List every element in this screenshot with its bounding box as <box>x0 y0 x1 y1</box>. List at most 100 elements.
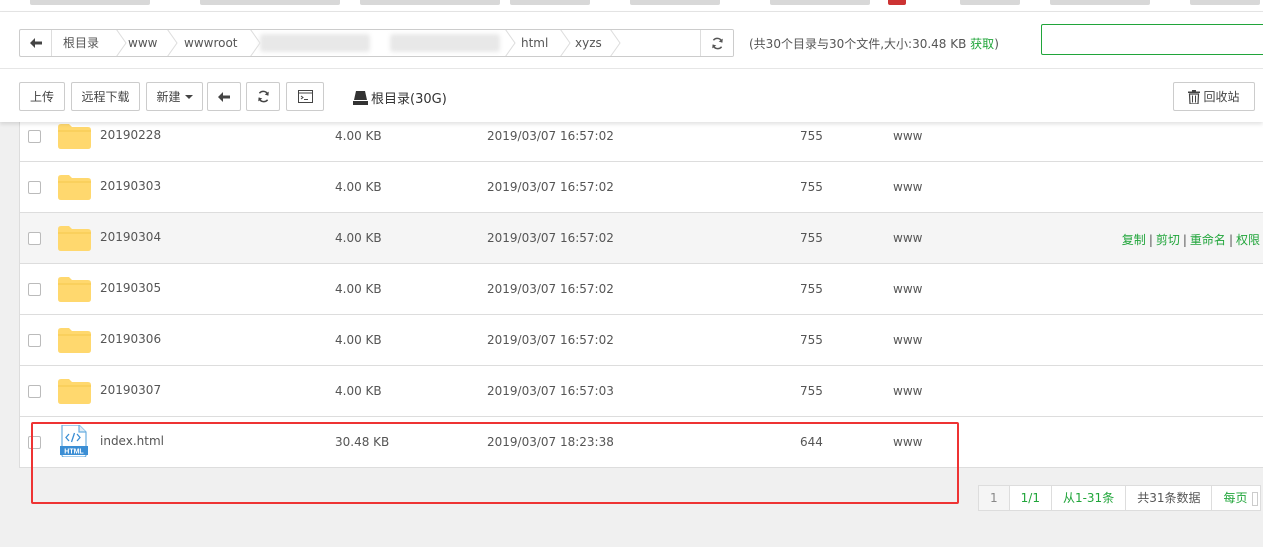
trash-icon <box>1188 89 1201 104</box>
breadcrumb-item-root[interactable]: 根目录 <box>63 30 99 56</box>
refresh-icon <box>711 37 723 49</box>
file-name[interactable]: 20190306 <box>100 332 161 346</box>
file-permission[interactable]: 755 <box>800 180 823 194</box>
directory-summary: (共30个目录与30个文件,大小:30.48 KB 获取) <box>749 35 999 52</box>
refresh-button[interactable] <box>246 82 280 111</box>
file-manager-toolbar: 根目录 www wwwroot html xyzs (共30个目录与30个文件,… <box>0 12 1263 122</box>
row-checkbox[interactable] <box>28 181 41 194</box>
file-size: 30.48 KB <box>335 435 390 449</box>
file-name[interactable]: 20190303 <box>100 179 161 193</box>
file-name[interactable]: 20190228 <box>100 128 161 142</box>
dir-info-text: (共30个目录与30个文件,大小:30.48 KB <box>749 37 971 51</box>
breadcrumb-item-xyzs[interactable]: xyzs <box>575 30 602 56</box>
search-input[interactable] <box>1041 24 1263 55</box>
arrow-left-icon <box>218 91 230 102</box>
html-file-icon: HTML <box>60 425 88 457</box>
file-permission[interactable]: 644 <box>800 435 823 449</box>
file-list: 20190228 4.00 KB 2019/03/07 16:57:02 755… <box>19 111 1263 468</box>
row-checkbox[interactable] <box>28 334 41 347</box>
file-owner[interactable]: www <box>893 231 922 245</box>
bookmarks-bar <box>0 0 1263 12</box>
new-button-label: 新建 <box>156 90 181 104</box>
recycle-bin-label: 回收站 <box>1203 90 1240 104</box>
table-row[interactable]: 20190306 4.00 KB 2019/03/07 16:57:02 755… <box>20 315 1263 366</box>
breadcrumb-item-html[interactable]: html <box>521 30 548 56</box>
row-checkbox[interactable] <box>28 385 41 398</box>
cut-link[interactable]: 剪切 <box>1156 233 1180 247</box>
row-checkbox[interactable] <box>28 283 41 296</box>
new-dropdown-button[interactable]: 新建 <box>146 82 203 111</box>
file-owner[interactable]: www <box>893 384 922 398</box>
file-mtime: 2019/03/07 16:57:02 <box>487 333 614 347</box>
breadcrumb-item-wwwroot[interactable]: wwwroot <box>184 30 238 56</box>
table-row[interactable]: 20190305 4.00 KB 2019/03/07 16:57:02 755… <box>20 264 1263 315</box>
html-badge-label: HTML <box>64 449 84 456</box>
terminal-button[interactable] <box>286 82 324 111</box>
breadcrumb-separator <box>505 30 516 56</box>
permission-link[interactable]: 权限 <box>1236 233 1260 247</box>
row-checkbox[interactable] <box>28 436 41 449</box>
file-owner[interactable]: www <box>893 333 922 347</box>
caret-down-icon <box>184 94 193 99</box>
table-row[interactable]: HTML index.html 30.48 KB 2019/03/07 18:2… <box>20 417 1263 468</box>
page-current[interactable]: 1 <box>979 486 1010 510</box>
file-owner[interactable]: www <box>893 129 922 143</box>
blurred-breadcrumb-item <box>390 34 500 52</box>
get-size-link[interactable]: 获取 <box>970 37 994 51</box>
row-checkbox[interactable] <box>28 232 41 245</box>
page-of: 1/1 <box>1010 486 1052 510</box>
file-mtime: 2019/03/07 16:57:02 <box>487 180 614 194</box>
terminal-icon <box>297 90 313 103</box>
file-size: 4.00 KB <box>335 384 382 398</box>
refresh-path-button[interactable] <box>700 30 733 56</box>
file-owner[interactable]: www <box>893 282 922 296</box>
breadcrumb-separator <box>560 30 571 56</box>
file-permission[interactable]: 755 <box>800 231 823 245</box>
folder-icon <box>58 226 91 251</box>
row-checkbox[interactable] <box>28 130 41 143</box>
file-permission[interactable]: 755 <box>800 384 823 398</box>
file-name[interactable]: 20190304 <box>100 230 161 244</box>
pagination: 1 1/1 从1-31条 共31条数据 每页 <box>978 485 1261 511</box>
file-name[interactable]: index.html <box>100 434 164 448</box>
back-button[interactable] <box>20 30 52 56</box>
table-row[interactable]: 20190304 4.00 KB 2019/03/07 16:57:02 755… <box>20 213 1263 264</box>
per-page[interactable]: 每页 <box>1212 486 1259 510</box>
folder-icon <box>58 379 91 404</box>
file-name[interactable]: 20190307 <box>100 383 161 397</box>
dir-info-suffix: ) <box>994 37 999 51</box>
remote-download-button[interactable]: 远程下载 <box>71 82 140 111</box>
upload-button[interactable]: 上传 <box>19 82 65 111</box>
page-range: 从1-31条 <box>1052 486 1127 510</box>
folder-icon <box>58 328 91 353</box>
blurred-breadcrumb-item <box>260 34 370 52</box>
toolbar-divider <box>0 68 1263 69</box>
breadcrumb-separator <box>610 30 621 56</box>
file-mtime: 2019/03/07 16:57:02 <box>487 231 614 245</box>
file-mtime: 2019/03/07 16:57:03 <box>487 384 614 398</box>
root-disk-label[interactable]: 根目录(30G) <box>353 88 447 107</box>
file-size: 4.00 KB <box>335 231 382 245</box>
table-row[interactable]: 20190303 4.00 KB 2019/03/07 16:57:02 755… <box>20 162 1263 213</box>
per-page-select[interactable] <box>1251 491 1258 506</box>
refresh-icon <box>257 90 269 103</box>
file-size: 4.00 KB <box>335 180 382 194</box>
file-name[interactable]: 20190305 <box>100 281 161 295</box>
file-owner[interactable]: www <box>893 180 922 194</box>
file-mtime: 2019/03/07 16:57:02 <box>487 282 614 296</box>
row-actions: 复制 | 剪切 | 重命名 | 权限 <box>1122 231 1260 248</box>
file-permission[interactable]: 755 <box>800 333 823 347</box>
file-permission[interactable]: 755 <box>800 282 823 296</box>
file-size: 4.00 KB <box>335 129 382 143</box>
breadcrumb-item-www[interactable]: www <box>128 30 157 56</box>
recycle-bin-button[interactable]: 回收站 <box>1173 82 1255 111</box>
rename-link[interactable]: 重命名 <box>1190 233 1226 247</box>
copy-link[interactable]: 复制 <box>1122 233 1146 247</box>
file-mtime: 2019/03/07 18:23:38 <box>487 435 614 449</box>
file-permission[interactable]: 755 <box>800 129 823 143</box>
breadcrumb-separator <box>167 30 178 56</box>
table-row[interactable]: 20190307 4.00 KB 2019/03/07 16:57:03 755… <box>20 366 1263 417</box>
file-owner[interactable]: www <box>893 435 922 449</box>
file-size: 4.00 KB <box>335 333 382 347</box>
go-back-button[interactable] <box>207 82 241 111</box>
